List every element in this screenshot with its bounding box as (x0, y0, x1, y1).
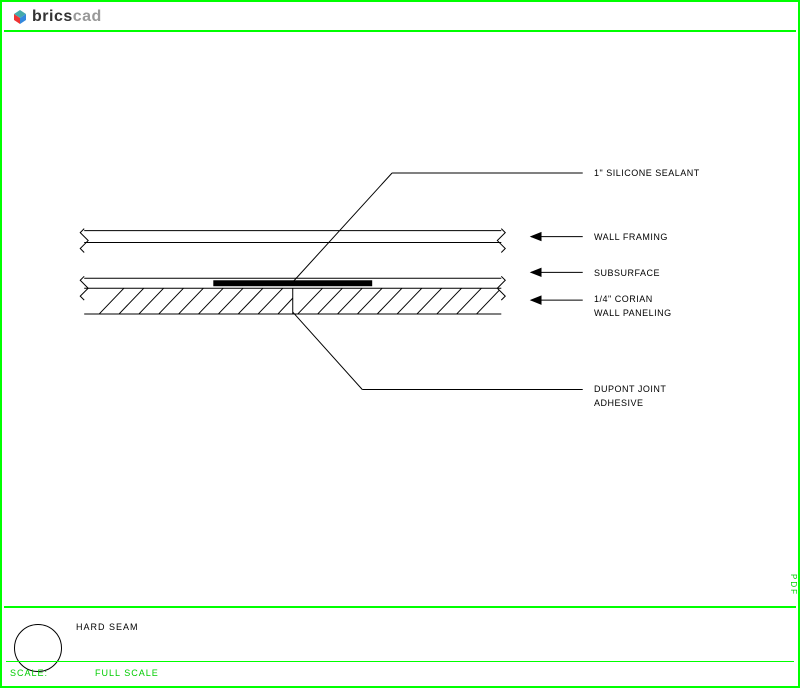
label-adhesive-line2: ADHESIVE (594, 398, 666, 408)
app-header: bricscad (4, 4, 796, 32)
scale-value: FULL SCALE (95, 668, 159, 678)
label-corian: 1/4" CORIAN WALL PANELING (594, 294, 672, 318)
scale-label: SCALE: (10, 668, 48, 678)
title-block: HARD SEAM SCALE: FULL SCALE (4, 606, 796, 684)
drawing-canvas: 1" SILICONE SEALANT WALL FRAMING SUBSURF… (4, 32, 796, 606)
side-watermark: PDF (789, 574, 798, 596)
detail-bubble-icon (14, 624, 62, 672)
label-silicone-sealant: 1" SILICONE SEALANT (594, 168, 700, 178)
brand-part1: brics (32, 8, 73, 25)
brand-text: bricscad (32, 8, 102, 26)
label-corian-line2: WALL PANELING (594, 308, 672, 318)
label-corian-line1: 1/4" CORIAN (594, 294, 653, 304)
drawing-title: HARD SEAM (76, 622, 139, 632)
app-logo: bricscad (12, 8, 102, 26)
titleblock-divider (6, 661, 794, 662)
brand-part2: cad (73, 8, 102, 25)
label-adhesive-line1: DUPONT JOINT (594, 384, 666, 394)
scale-row: SCALE: FULL SCALE (10, 668, 159, 678)
label-wall-framing: WALL FRAMING (594, 232, 668, 242)
app-frame: bricscad (0, 0, 800, 688)
bricscad-logo-icon (12, 9, 28, 25)
cad-drawing (4, 32, 796, 606)
label-subsurface: SUBSURFACE (594, 268, 660, 278)
label-adhesive: DUPONT JOINT ADHESIVE (594, 384, 666, 408)
